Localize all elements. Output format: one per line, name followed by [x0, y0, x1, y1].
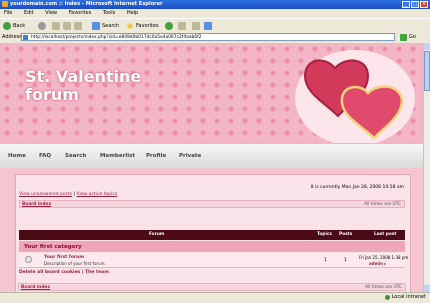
col-forum: Forum [149, 232, 165, 237]
category-link[interactable]: Your first category [24, 244, 82, 250]
breadcrumb-bar: Board index All times are UTC [19, 200, 405, 208]
menu-file[interactable]: File [4, 10, 12, 16]
bottom-breadcrumb-bar: Board index All times are UTC [18, 283, 406, 291]
search-button[interactable]: Search [92, 21, 119, 31]
bottom-board-index-link[interactable]: Board index [21, 285, 50, 290]
security-zone: Local intranet [384, 293, 426, 302]
nav-private[interactable]: Private [179, 153, 201, 159]
last-post-author-link[interactable]: admin [369, 261, 383, 266]
menu-edit[interactable]: Edit [24, 10, 34, 16]
back-button[interactable]: Back [3, 21, 25, 31]
vertical-scrollbar[interactable] [423, 43, 430, 292]
forum-description: Description of your first forum. [44, 261, 106, 266]
minimize-button[interactable]: _ [402, 1, 410, 8]
media-button[interactable] [165, 21, 173, 31]
title-bar: yourdomain.com :: Index - Microsoft Inte… [0, 0, 430, 9]
mail-icon [178, 22, 186, 30]
home-icon [74, 22, 82, 30]
scroll-thumb[interactable] [424, 51, 430, 91]
intranet-icon [384, 295, 390, 300]
forward-arrow-icon [38, 22, 46, 30]
go-button[interactable]: Go [400, 33, 428, 41]
scroll-down-arrow-icon[interactable] [424, 285, 430, 292]
go-arrow-icon [400, 33, 407, 41]
forum-title: St. Valentine forum [25, 67, 142, 104]
forum-header: St. Valentine forum [0, 43, 423, 143]
forum-read-icon [25, 256, 32, 263]
nav-memberlist[interactable]: Memberlist [100, 153, 135, 159]
stop-button[interactable] [52, 21, 60, 31]
star-icon [126, 22, 134, 30]
nav-profile[interactable]: Profile [146, 153, 166, 159]
close-button[interactable]: × [420, 1, 428, 8]
menu-help[interactable]: Help [127, 10, 138, 16]
last-post-date: Fri Jan 25, 2008 1:38 pm [359, 255, 409, 260]
nav-home[interactable]: Home [8, 153, 26, 159]
page-icon [23, 35, 28, 40]
col-topics: Topics [317, 232, 332, 237]
current-time: It is currently Mon Jan 28, 2008 10:58 a… [310, 185, 404, 190]
search-icon [92, 22, 100, 30]
col-last-post: Last post [374, 232, 397, 237]
menu-favorites[interactable]: Favorites [69, 10, 92, 16]
timezone-text: All times are UTC [364, 202, 401, 207]
address-input[interactable]: http://localhost/projects/index.php?sid=… [21, 33, 395, 41]
window-title: yourdomain.com :: Index - Microsoft Inte… [10, 1, 163, 7]
refresh-icon [63, 22, 71, 30]
forum-table-header: Forum Topics Posts Last post [19, 230, 405, 240]
category-row: Your first category [19, 241, 405, 252]
favorites-button[interactable]: Favorites [126, 21, 159, 31]
nav-faq[interactable]: FAQ [39, 153, 51, 159]
nav-bar: Home FAQ Search Memberlist Profile Priva… [0, 143, 423, 168]
menu-bar: File Edit View Favorites Tools Help [0, 9, 430, 18]
maximize-button[interactable]: □ [411, 1, 419, 8]
print-icon [192, 22, 200, 30]
edit-button[interactable] [204, 21, 212, 31]
view-latest-post-icon[interactable]: ▸ [384, 261, 386, 266]
browser-window: yourdomain.com :: Index - Microsoft Inte… [0, 0, 430, 303]
forum-posts-count: 1 [344, 258, 347, 263]
menu-tools[interactable]: Tools [103, 10, 115, 16]
page-viewport: St. Valentine forum Home FAQ Search Memb… [0, 43, 423, 292]
status-bar: Local intranet [0, 292, 430, 303]
print-button[interactable] [192, 21, 200, 31]
home-button[interactable] [74, 21, 82, 31]
footer-links[interactable]: Delete all board cookies | The team [19, 270, 109, 275]
menu-view[interactable]: View [45, 10, 57, 16]
forum-content: It is currently Mon Jan 28, 2008 10:58 a… [15, 174, 411, 292]
refresh-button[interactable] [63, 21, 71, 31]
forward-button[interactable] [38, 21, 46, 31]
last-post-author: admin ▸ [369, 261, 386, 266]
hearts-logo-icon [295, 50, 415, 143]
address-label: Address [2, 34, 22, 40]
forum-topics-count: 1 [324, 258, 327, 263]
unanswered-posts-link[interactable]: View unanswered posts [19, 192, 72, 197]
forum-name-link[interactable]: Your first forum [44, 255, 84, 260]
mail-button[interactable] [178, 21, 186, 31]
active-topics-link[interactable]: View active topics [77, 192, 118, 197]
scroll-up-arrow-icon[interactable] [424, 43, 430, 50]
edit-icon [204, 22, 212, 30]
board-index-link[interactable]: Board index [22, 202, 51, 207]
bottom-timezone-text: All times are UTC [365, 285, 402, 290]
forum-row: Your first forum Description of your fir… [19, 253, 409, 268]
back-arrow-icon [3, 22, 11, 30]
nav-search[interactable]: Search [65, 153, 86, 159]
stop-icon [52, 22, 60, 30]
col-posts: Posts [339, 232, 353, 237]
ie-icon [2, 1, 8, 7]
media-icon [165, 22, 173, 30]
